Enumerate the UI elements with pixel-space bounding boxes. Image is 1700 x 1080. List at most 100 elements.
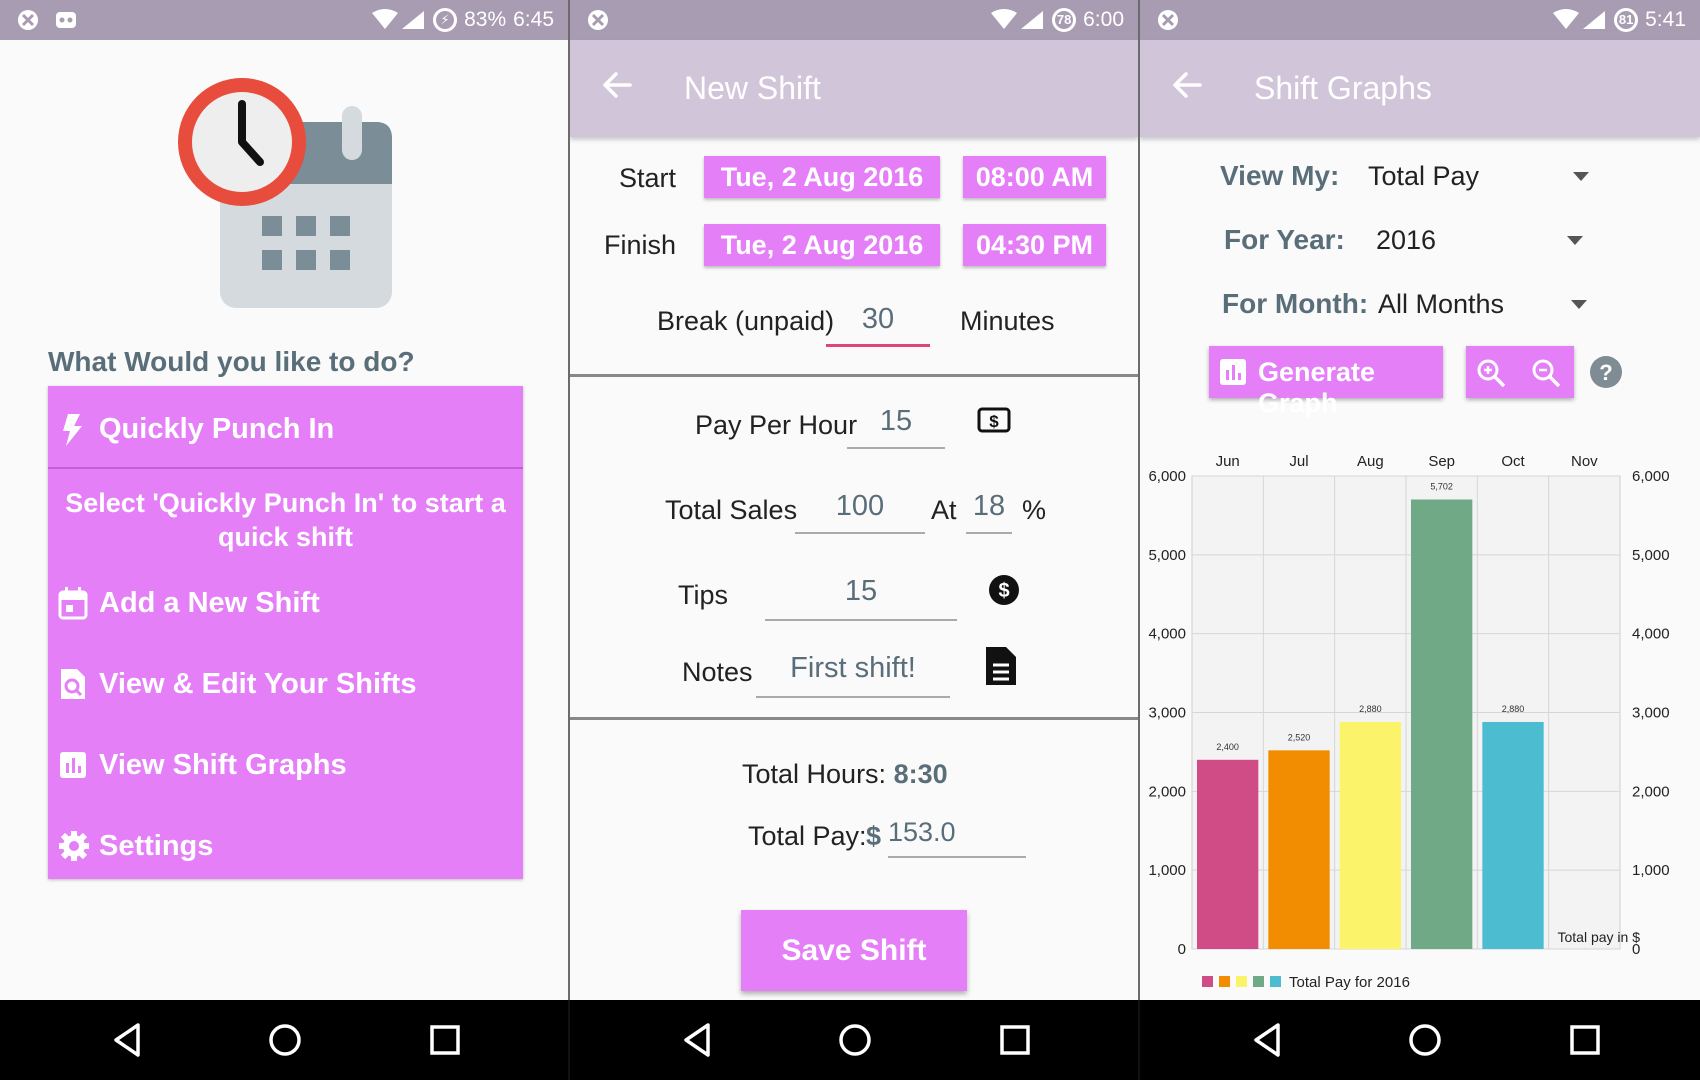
svg-text:$: $ <box>989 412 999 431</box>
start-date-button[interactable]: Tue, 2 Aug 2016 <box>704 156 940 198</box>
home-nav-icon[interactable] <box>838 1022 872 1058</box>
battery-icon: 81 <box>1614 8 1639 32</box>
signal-icon <box>1553 9 1606 29</box>
status-left-icons <box>16 7 76 39</box>
notification-icon <box>588 10 608 30</box>
y-tick-right: 1,000 <box>1632 862 1670 879</box>
view-edit-shifts-button[interactable]: View & Edit Your Shifts <box>48 659 523 709</box>
clock: 5:41 <box>1645 8 1686 31</box>
bar-chart-icon <box>1220 359 1246 385</box>
finish-time-button[interactable]: 04:30 PM <box>963 224 1106 266</box>
generate-graph-button[interactable]: Generate Graph <box>1209 346 1443 418</box>
home-screen: ⚡ 83% 6:45 What Would you like to do? Qu… <box>0 0 568 1080</box>
view-edit-shifts-label: View & Edit Your Shifts <box>99 668 417 700</box>
svg-text:?: ? <box>1599 360 1612 385</box>
view-my-label: View My: <box>1220 160 1340 191</box>
legend-swatch <box>1219 976 1230 987</box>
pay-per-hour-input[interactable]: 15 <box>847 405 945 449</box>
total-pay-label: Total Pay: <box>748 821 867 851</box>
back-nav-icon[interactable] <box>1252 1022 1282 1058</box>
at-label: At <box>931 495 957 525</box>
total-pay-currency: $ <box>866 821 882 851</box>
chart-description: Total pay in $ <box>1558 929 1641 945</box>
shift-graphs-screen: 81 5:41 Shift Graphs View My: Total Pay … <box>1140 0 1700 1080</box>
tips-input[interactable]: 15 <box>765 575 957 621</box>
zoom-in-icon[interactable] <box>1475 357 1507 389</box>
total-hours-value: 8:30 <box>893 759 948 789</box>
pay-bar-chart: 0 01,000 1,0002,000 2,0003,000 3,0004,000 4,0… <box>1148 453 1670 991</box>
status-bar: ⚡ 83% 6:45 <box>0 0 568 40</box>
battery-icon: 78 <box>1052 8 1077 32</box>
y-tick-left: 0 <box>1178 941 1186 958</box>
save-shift-button[interactable]: Save Shift <box>741 910 967 991</box>
search-document-icon <box>58 667 88 709</box>
back-arrow-icon[interactable] <box>600 68 634 102</box>
quick-punch-in-button[interactable]: Quickly Punch In <box>48 404 523 454</box>
start-time-button[interactable]: 08:00 AM <box>963 156 1106 198</box>
help-icon[interactable]: ? <box>1589 355 1623 389</box>
app-bar: New Shift <box>570 40 1138 137</box>
total-sales-label: Total Sales <box>665 495 798 525</box>
nav-bar <box>1140 1000 1700 1080</box>
y-tick-left: 5,000 <box>1148 547 1186 564</box>
back-arrow-icon[interactable] <box>1170 68 1204 102</box>
page-question: What Would you like to do? <box>48 346 415 377</box>
section-divider <box>570 374 1138 377</box>
calendar-icon <box>58 586 88 628</box>
zoom-out-icon[interactable] <box>1530 357 1562 389</box>
sales-percent-input[interactable]: 18 <box>966 490 1012 534</box>
back-nav-icon[interactable] <box>112 1022 142 1058</box>
add-new-shift-button[interactable]: Add a New Shift <box>48 578 523 628</box>
quick-punch-in-label: Quickly Punch In <box>99 413 335 445</box>
recents-nav-icon[interactable] <box>1569 1022 1601 1058</box>
y-tick-right: 3,000 <box>1632 705 1670 722</box>
start-label: Start <box>619 163 677 193</box>
section-divider <box>570 717 1138 720</box>
x-tick-label: Oct <box>1501 453 1525 470</box>
break-label: Break (unpaid) <box>657 306 835 336</box>
bar-value-label: 5,702 <box>1430 481 1453 491</box>
signal-icon <box>372 9 425 29</box>
add-new-shift-label: Add a New Shift <box>99 587 320 619</box>
document-icon <box>986 647 1016 685</box>
new-shift-screen: 78 6:00 New Shift Start Tue, 2 Aug 2016 … <box>570 0 1138 1080</box>
battery-percent: 83% <box>464 8 507 31</box>
view-shift-graphs-button[interactable]: View Shift Graphs <box>48 740 523 790</box>
dollar-coin-icon: $ <box>989 575 1019 605</box>
panel-separator <box>1138 0 1140 1000</box>
y-tick-left: 2,000 <box>1148 783 1186 800</box>
cash-icon: $ <box>977 407 1011 433</box>
y-tick-right: 6,000 <box>1632 468 1670 485</box>
back-nav-icon[interactable] <box>682 1022 712 1058</box>
bar-value-label: 2,520 <box>1288 732 1311 742</box>
break-input[interactable]: 30 <box>826 303 930 347</box>
panel-separator <box>568 0 570 1000</box>
chart-bar <box>1339 721 1402 949</box>
total-hours: Total Hours: 8:30 <box>742 759 948 790</box>
settings-button[interactable]: Settings <box>48 821 523 871</box>
bar-value-label: 2,880 <box>1502 704 1525 714</box>
notes-label: Notes <box>682 657 753 687</box>
chart-bar <box>1268 750 1330 949</box>
action-menu: Quickly Punch In Select 'Quickly Punch I… <box>48 386 523 879</box>
notes-input[interactable]: First shift! <box>756 652 950 698</box>
y-tick-right: 2,000 <box>1632 783 1670 800</box>
svg-text:$: $ <box>998 580 1009 602</box>
finish-label: Finish <box>604 230 677 260</box>
home-nav-icon[interactable] <box>1408 1022 1442 1058</box>
gear-icon <box>58 829 90 871</box>
recents-nav-icon[interactable] <box>429 1022 461 1058</box>
dropdown-caret-icon <box>1571 300 1587 309</box>
page-title: New Shift <box>684 70 821 106</box>
chart-bar <box>1482 721 1544 949</box>
status-left-icons <box>586 7 612 39</box>
pay-per-hour-label: Pay Per Hour <box>695 410 858 440</box>
recents-nav-icon[interactable] <box>999 1022 1031 1058</box>
bar-chart-icon <box>58 748 88 790</box>
status-right-icons: 78 6:00 <box>991 8 1124 32</box>
clock: 6:00 <box>1083 8 1124 31</box>
home-nav-icon[interactable] <box>268 1022 302 1058</box>
finish-date-button[interactable]: Tue, 2 Aug 2016 <box>704 224 940 266</box>
clock: 6:45 <box>513 8 554 31</box>
total-sales-input[interactable]: 100 <box>795 490 925 534</box>
